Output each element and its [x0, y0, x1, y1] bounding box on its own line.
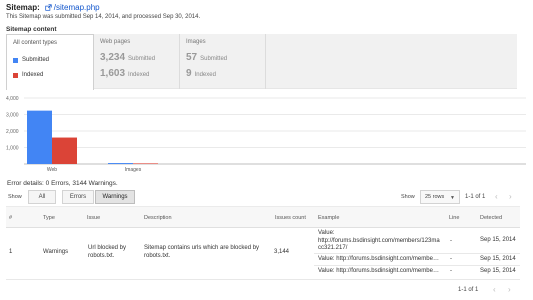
table-bottom-divider [6, 279, 520, 280]
y-tick-label: 2,000 [6, 129, 19, 135]
web-indexed-label: Indexed [128, 72, 150, 78]
example-line: - [450, 256, 452, 262]
legend-swatch-indexed [13, 72, 18, 78]
images-indexed-label: Indexed [194, 72, 216, 78]
web-submitted-value: 3,234 [100, 52, 126, 63]
external-link-icon[interactable] [45, 3, 52, 11]
web-indexed-value: 1,603 [100, 68, 126, 79]
row-type: Warnings [43, 249, 69, 255]
tab-images[interactable]: Images 57 Submitted 9 Indexed [180, 34, 266, 89]
example-detected: Sep 15, 2014 [480, 268, 516, 274]
web-submitted-stat: 3,234 Submitted [100, 52, 155, 63]
example-value[interactable]: Value: http://forums.bsdinsight.com/memb… [318, 230, 448, 253]
sub-row-divider [314, 253, 520, 254]
row-issue: Url blocked by robots.txt. [88, 245, 127, 259]
legend-swatch-submitted [13, 57, 18, 63]
y-tick-label: 1,000 [6, 146, 19, 152]
bar-submitted-web [27, 110, 52, 164]
y-tick-label: 3,000 [6, 113, 19, 119]
images-submitted-label: Submitted [200, 56, 228, 62]
legend-label-indexed: Indexed [22, 72, 44, 78]
example-line: - [450, 238, 452, 244]
filter-warnings-button[interactable]: Warnings [95, 190, 135, 204]
images-indexed-stat: 9 Indexed [186, 68, 216, 79]
filter-errors-button[interactable]: Errors [62, 190, 94, 204]
col-issues-count[interactable]: Issues count [275, 215, 306, 221]
rows-per-page-select[interactable]: 25 rows ▼ [420, 190, 460, 204]
col-description[interactable]: Description [144, 215, 172, 221]
legend-indexed: Indexed [13, 72, 43, 78]
example-detected: Sep 15, 2014 [480, 256, 516, 262]
prev-page-icon[interactable]: ‹ [493, 285, 496, 294]
example-value[interactable]: Value: http://forums.bsdinsight.com/memb… [318, 256, 439, 264]
sitemap-content-title: Sitemap content [6, 26, 57, 33]
col-detected[interactable]: Detected [480, 215, 502, 221]
col-number[interactable]: # [9, 215, 12, 221]
col-issue[interactable]: Issue [87, 215, 100, 221]
row-number: 1 [9, 249, 13, 255]
prev-page-icon[interactable]: ‹ [495, 192, 498, 201]
legend-submitted: Submitted [13, 57, 49, 63]
bar-indexed-web [52, 137, 77, 164]
row-description: Sitemap contains urls which are blocked … [144, 245, 260, 259]
sub-row-divider [314, 265, 520, 266]
show-filter-label: Show [8, 194, 22, 200]
example-value[interactable]: Value: http://forums.bsdinsight.com/memb… [318, 268, 439, 276]
images-indexed-value: 9 [186, 68, 192, 79]
legend-label-submitted: Submitted [22, 57, 50, 63]
page-title: Sitemap: [6, 2, 40, 12]
pager-range: 1-1 of 1 [465, 194, 486, 200]
filter-all-button[interactable]: All [28, 190, 56, 204]
web-indexed-stat: 1,603 Indexed [100, 68, 149, 79]
images-submitted-stat: 57 Submitted [186, 52, 227, 63]
content-tabs: All content types Submitted Indexed Web … [6, 34, 517, 90]
filter-toolbar: Show All Errors Warnings Show 25 rows ▼ … [6, 190, 520, 204]
web-submitted-label: Submitted [128, 56, 156, 62]
y-tick-label: 4,000 [6, 96, 19, 102]
tab-label: Web pages [100, 39, 131, 45]
example-detected: Sep 15, 2014 [480, 237, 516, 243]
col-line[interactable]: Line [449, 215, 459, 221]
example-line: - [450, 268, 452, 274]
bar-indexed-images [133, 163, 158, 164]
submission-info: This Sitemap was submitted Sep 14, 2014,… [6, 14, 201, 20]
sitemap-header: Sitemap: /sitemap.php This Sitemap was s… [6, 2, 201, 21]
rows-show-label: Show [401, 194, 415, 200]
col-example[interactable]: Example [318, 215, 339, 221]
bottom-pager: 1-1 of 1 ‹ › [6, 284, 520, 298]
tab-label: Images [186, 39, 206, 45]
pager-range: 1-1 of 1 [458, 287, 479, 293]
sitemap-link[interactable]: /sitemap.php [54, 3, 100, 12]
x-tick-label: Web [47, 167, 57, 173]
issues-table-header: # Type Issue Description Issues count Ex… [6, 206, 520, 228]
chevron-down-icon: ▼ [450, 195, 455, 201]
error-details-summary: Error details: 0 Errors, 3144 Warnings. [7, 180, 118, 187]
next-page-icon[interactable]: › [508, 285, 511, 294]
rows-per-page-value: 25 rows [425, 194, 445, 200]
tab-all-content-types[interactable]: All content types Submitted Indexed [6, 34, 94, 90]
x-tick-label: Images [125, 167, 142, 173]
row-issues-count: 3,144 [274, 249, 290, 255]
bar-submitted-images [108, 163, 133, 164]
tab-label: All content types [13, 40, 58, 46]
tab-web-pages[interactable]: Web pages 3,234 Submitted 1,603 Indexed [94, 34, 180, 89]
next-page-icon[interactable]: › [509, 192, 512, 201]
col-type[interactable]: Type [43, 215, 55, 221]
title-row: Sitemap: /sitemap.php [6, 2, 200, 12]
sitemap-content-chart: 4,000 3,000 2,000 1,000 Web Images [6, 96, 526, 173]
images-submitted-value: 57 [186, 52, 198, 63]
